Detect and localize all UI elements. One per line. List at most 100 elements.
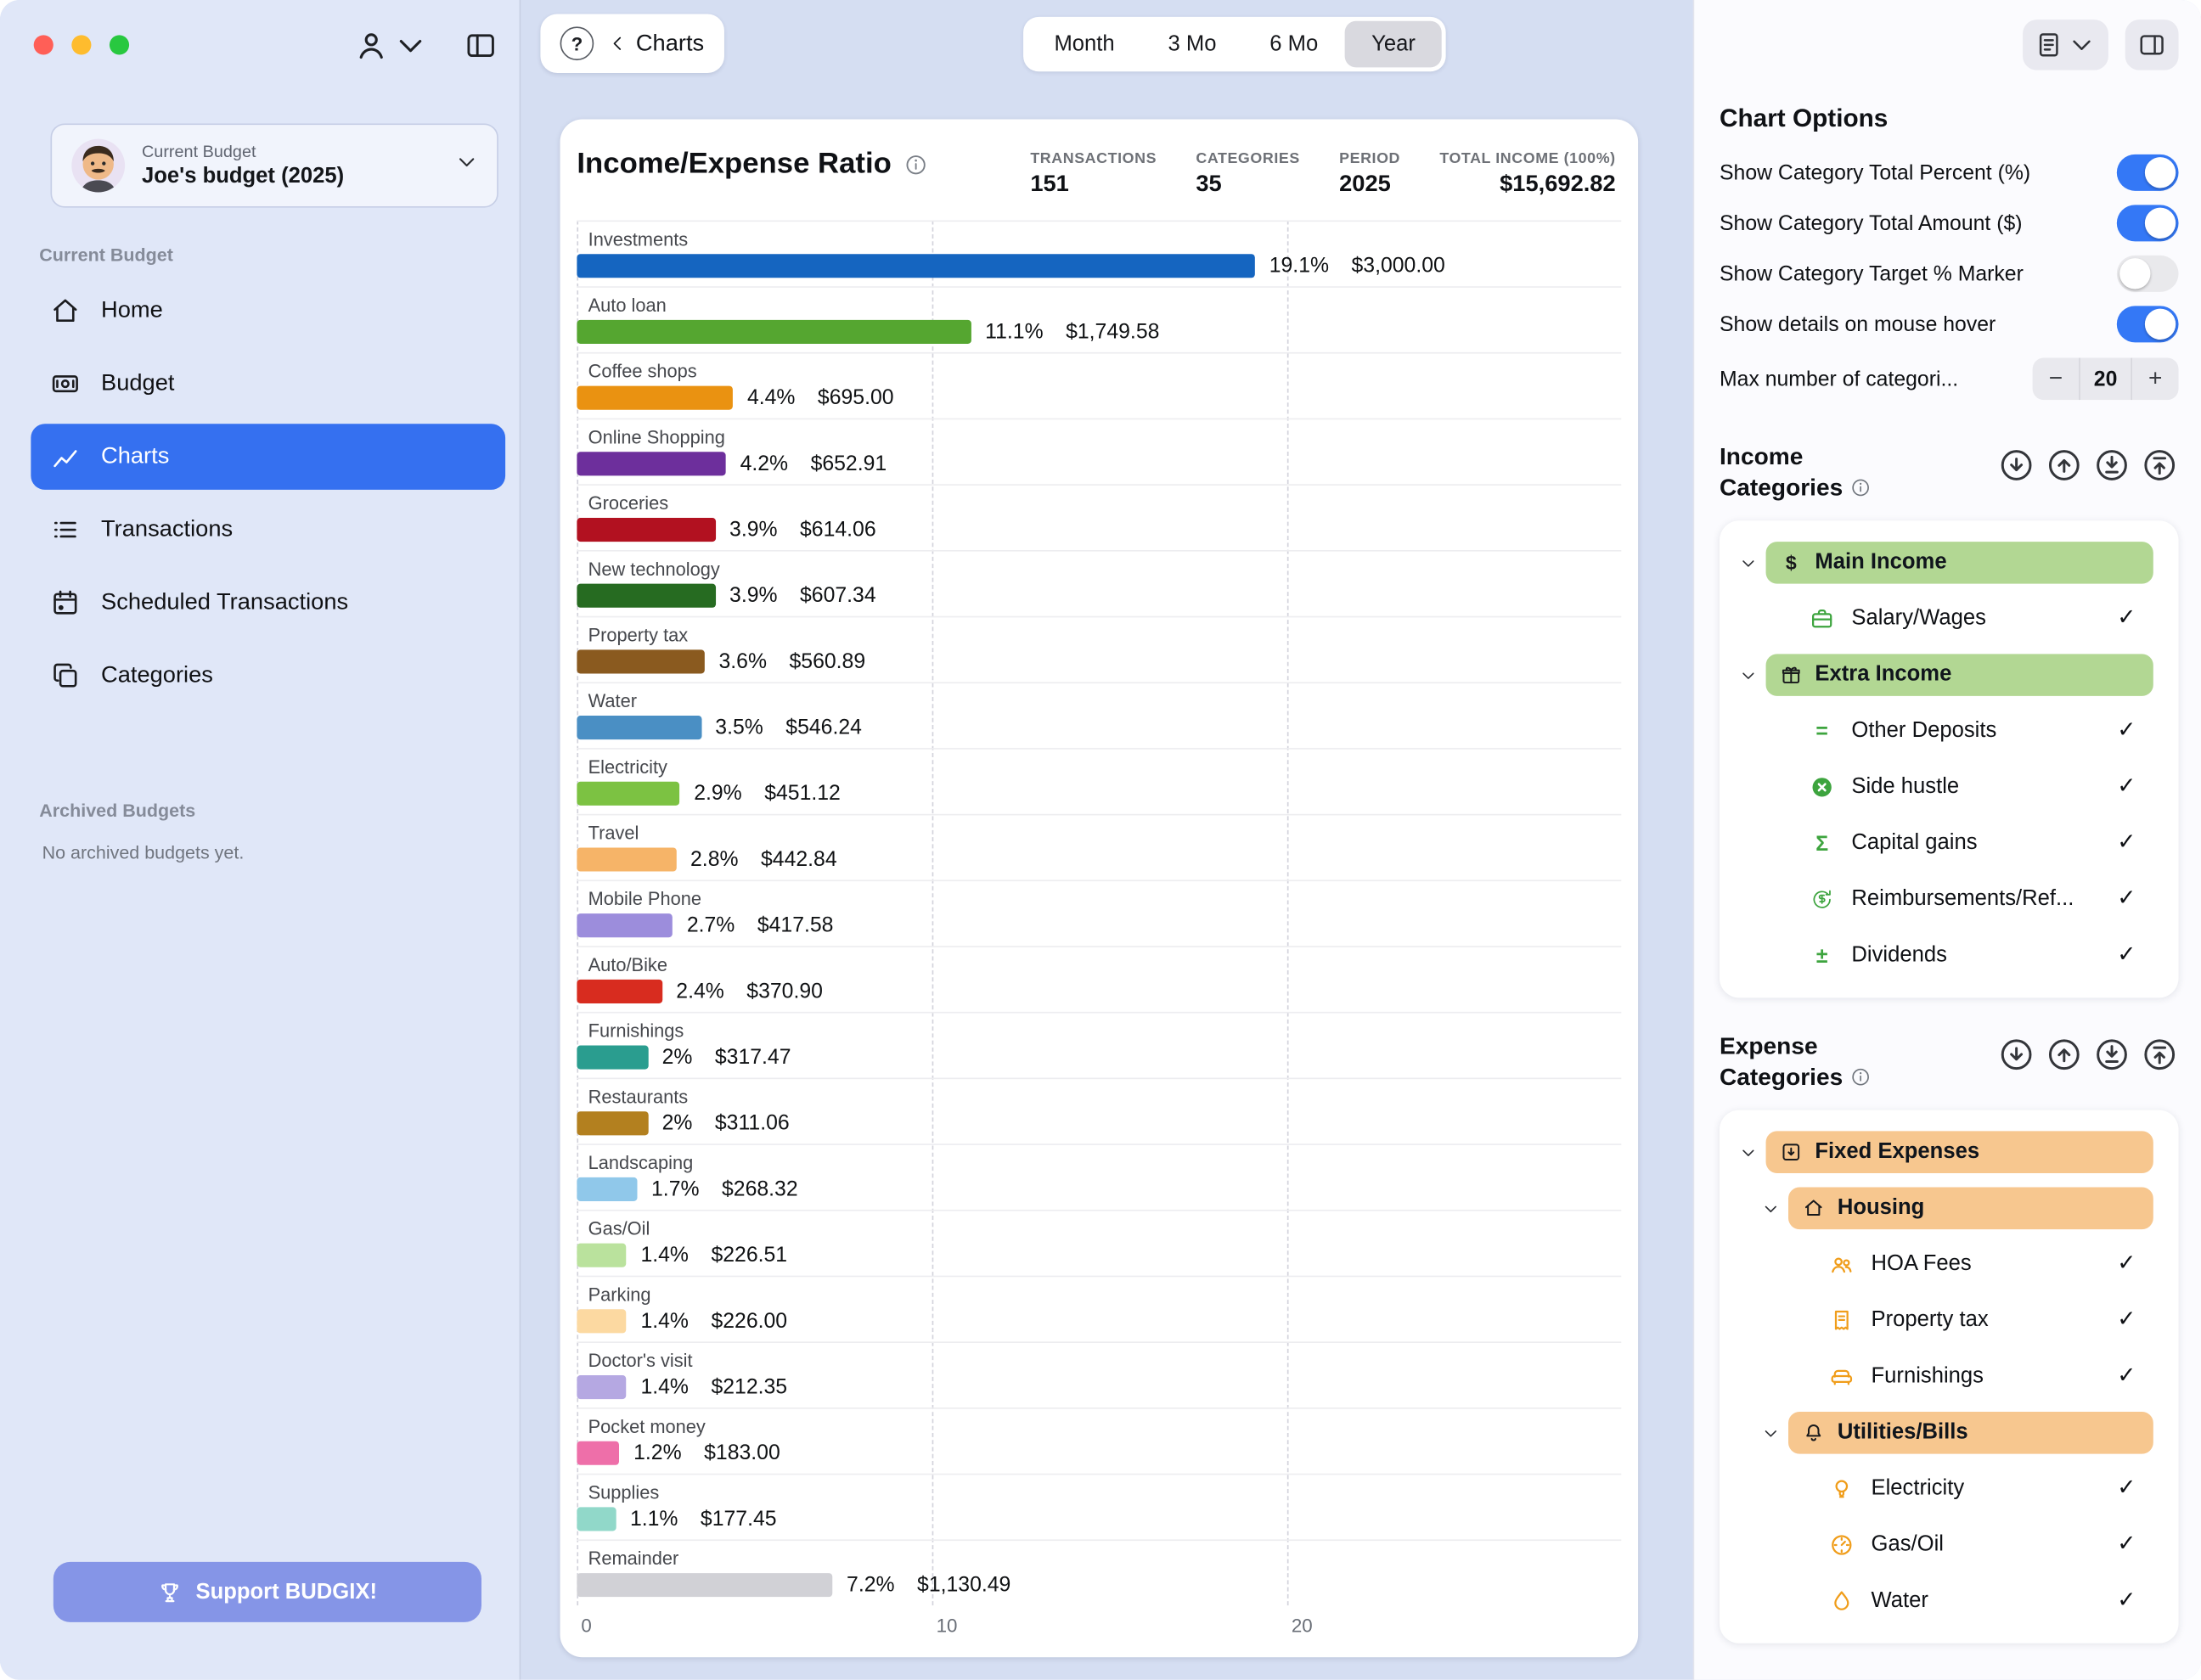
- category-item-hoa-fees[interactable]: HOA Fees✓: [1734, 1237, 2164, 1293]
- chart-rows: Investments19.1%$3,000.00Auto loan11.1%$…: [577, 221, 1621, 1606]
- bar-row-travel[interactable]: Travel2.8%$442.84: [577, 814, 1621, 880]
- bar-row-auto-loan[interactable]: Auto loan11.1%$1,749.58: [577, 286, 1621, 352]
- arrow-up-line-circle-icon: [2141, 447, 2179, 485]
- toggle-label: Show Category Total Percent (%): [1720, 160, 2030, 184]
- bar-row-furnishings[interactable]: Furnishings2%$317.47: [577, 1012, 1621, 1078]
- bar-row-restaurants[interactable]: Restaurants2%$311.06: [577, 1078, 1621, 1144]
- info-icon[interactable]: [1849, 477, 1871, 498]
- category-item-gas-oil[interactable]: Gas/Oil✓: [1734, 1518, 2164, 1574]
- bar-amount-label: $614.06: [800, 518, 876, 542]
- info-icon[interactable]: [904, 152, 928, 176]
- bar-amount-label: $417.58: [757, 913, 834, 937]
- category-group-utilities-bills[interactable]: Utilities/Bills: [1734, 1405, 2164, 1461]
- increment-button[interactable]: +: [2132, 358, 2179, 401]
- bar-row-landscaping[interactable]: Landscaping1.7%$268.32: [577, 1143, 1621, 1210]
- chart-style-menu-button[interactable]: [2023, 20, 2108, 70]
- sidebar-item-home[interactable]: Home: [31, 278, 505, 344]
- collapse-all-button[interactable]: [2093, 1036, 2131, 1074]
- chevron-down-icon: [393, 28, 428, 63]
- category-item-property-tax[interactable]: Property tax✓: [1734, 1293, 2164, 1349]
- category-group-main-income[interactable]: $Main Income: [1734, 535, 2164, 591]
- bar-row-electricity[interactable]: Electricity2.9%$451.12: [577, 748, 1621, 814]
- panel-right-icon: [2138, 31, 2166, 59]
- bar-row-water[interactable]: Water3.5%$546.24: [577, 682, 1621, 748]
- bar-row-auto-bike[interactable]: Auto/Bike2.4%$370.90: [577, 946, 1621, 1012]
- bar-percent-label: 2%: [662, 1111, 693, 1135]
- move-category-down-button[interactable]: [1997, 1036, 2035, 1074]
- toggle-switch-show-category-total-amount[interactable]: [2117, 205, 2179, 241]
- bar: [577, 1507, 616, 1531]
- toggle-left-sidebar-button[interactable]: [464, 30, 497, 69]
- support-button[interactable]: Support BUDGIX!: [53, 1562, 481, 1622]
- sidebar-item-transactions[interactable]: Transactions: [31, 497, 505, 563]
- bar-row-doctor-s-visit[interactable]: Doctor's visit1.4%$212.35: [577, 1341, 1621, 1407]
- account-menu-button[interactable]: [354, 28, 429, 63]
- bar: [577, 1573, 832, 1597]
- bar-percent-label: 2.9%: [694, 782, 742, 806]
- toggle-row-show-category-total-amount: Show Category Total Amount ($): [1720, 198, 2179, 249]
- bar-row-property-tax[interactable]: Property tax3.6%$560.89: [577, 616, 1621, 683]
- toggle-switch-show-category-target-marker[interactable]: [2117, 256, 2179, 292]
- category-group-extra-income[interactable]: Extra Income: [1734, 647, 2164, 703]
- chart-title: Income/Expense Ratio: [577, 148, 891, 182]
- category-item-dividends[interactable]: ±Dividends✓: [1734, 928, 2164, 984]
- close-window-button[interactable]: [34, 35, 53, 54]
- chart-options-toggles: Show Category Total Percent (%) Show Cate…: [1720, 148, 2179, 350]
- category-item-furnishings[interactable]: Furnishings✓: [1734, 1349, 2164, 1405]
- expand-all-button[interactable]: [2141, 1036, 2179, 1074]
- expand-all-button[interactable]: [2141, 447, 2179, 485]
- category-group-fixed-expenses[interactable]: Fixed Expenses: [1734, 1125, 2164, 1181]
- sidebar-item-budget[interactable]: Budget: [31, 351, 505, 417]
- bar-amount-label: $317.47: [715, 1046, 791, 1070]
- toggle-switch-show-details-on-mouse-hover[interactable]: [2117, 306, 2179, 342]
- budget-selector[interactable]: Current Budget Joe's budget (2025): [51, 123, 498, 207]
- bar: [577, 1375, 627, 1399]
- toggle-right-panel-button[interactable]: [2125, 20, 2179, 70]
- minimize-window-button[interactable]: [71, 35, 91, 54]
- help-button[interactable]: ?: [560, 26, 594, 60]
- move-category-up-button[interactable]: [2046, 447, 2084, 485]
- toggle-switch-show-category-total-percent[interactable]: [2117, 155, 2179, 191]
- bar-row-new-technology[interactable]: New technology3.9%$607.34: [577, 550, 1621, 616]
- bar-row-mobile-phone[interactable]: Mobile Phone2.7%$417.58: [577, 879, 1621, 946]
- segment-6-mo[interactable]: 6 Mo: [1243, 21, 1345, 68]
- bar-amount-label: $311.06: [715, 1111, 790, 1135]
- bar-row-supplies[interactable]: Supplies1.1%$177.45: [577, 1474, 1621, 1540]
- category-item-electricity[interactable]: Electricity✓: [1734, 1461, 2164, 1517]
- bar-row-pocket-money[interactable]: Pocket money1.2%$183.00: [577, 1407, 1621, 1474]
- segment-year[interactable]: Year: [1345, 21, 1443, 68]
- bar-row-parking[interactable]: Parking1.4%$226.00: [577, 1276, 1621, 1342]
- info-icon[interactable]: [1849, 1067, 1871, 1088]
- bar-row-online-shopping[interactable]: Online Shopping4.2%$652.91: [577, 419, 1621, 485]
- bar-row-remainder[interactable]: Remainder7.2%$1,130.49: [577, 1539, 1621, 1605]
- category-item-other-deposits[interactable]: =Other Deposits✓: [1734, 703, 2164, 759]
- category-item-water[interactable]: Water✓: [1734, 1574, 2164, 1630]
- category-item-reimbursements-ref[interactable]: Reimbursements/Ref...✓: [1734, 872, 2164, 928]
- sidebar-item-charts[interactable]: Charts: [31, 424, 505, 490]
- collapse-all-button[interactable]: [2093, 447, 2131, 485]
- zoom-window-button[interactable]: [110, 35, 129, 54]
- segment-month[interactable]: Month: [1027, 21, 1141, 68]
- max-categories-row: Max number of categori... − 20 +: [1720, 350, 2179, 408]
- bar-row-investments[interactable]: Investments19.1%$3,000.00: [577, 221, 1621, 287]
- category-item-name: Salary/Wages: [1851, 606, 1986, 632]
- sidebar-item-scheduled-transactions[interactable]: Scheduled Transactions: [31, 570, 505, 636]
- decrement-button[interactable]: −: [2033, 358, 2080, 401]
- bar-row-coffee-shops[interactable]: Coffee shops4.4%$695.00: [577, 352, 1621, 419]
- sidebar-item-categories[interactable]: Categories: [31, 643, 505, 709]
- category-item-capital-gains[interactable]: ΣCapital gains✓: [1734, 816, 2164, 872]
- bar-row-gas-oil[interactable]: Gas/Oil1.4%$226.51: [577, 1210, 1621, 1276]
- gauge-icon: [1829, 1533, 1855, 1559]
- checkmark-icon: ✓: [2114, 887, 2140, 913]
- bar-category-label: Online Shopping: [577, 419, 1621, 447]
- segment-3-mo[interactable]: 3 Mo: [1141, 21, 1243, 68]
- category-group-housing[interactable]: Housing: [1734, 1181, 2164, 1237]
- category-group-name: Housing: [1838, 1196, 1924, 1222]
- back-button[interactable]: Charts: [608, 31, 704, 57]
- bar-row-groceries[interactable]: Groceries3.9%$614.06: [577, 484, 1621, 550]
- category-item-side-hustle[interactable]: Side hustle✓: [1734, 760, 2164, 816]
- arrow-down-circle-icon: [1997, 447, 2035, 485]
- move-category-down-button[interactable]: [1997, 447, 2035, 485]
- move-category-up-button[interactable]: [2046, 1036, 2084, 1074]
- category-item-salary-wages[interactable]: Salary/Wages✓: [1734, 591, 2164, 647]
